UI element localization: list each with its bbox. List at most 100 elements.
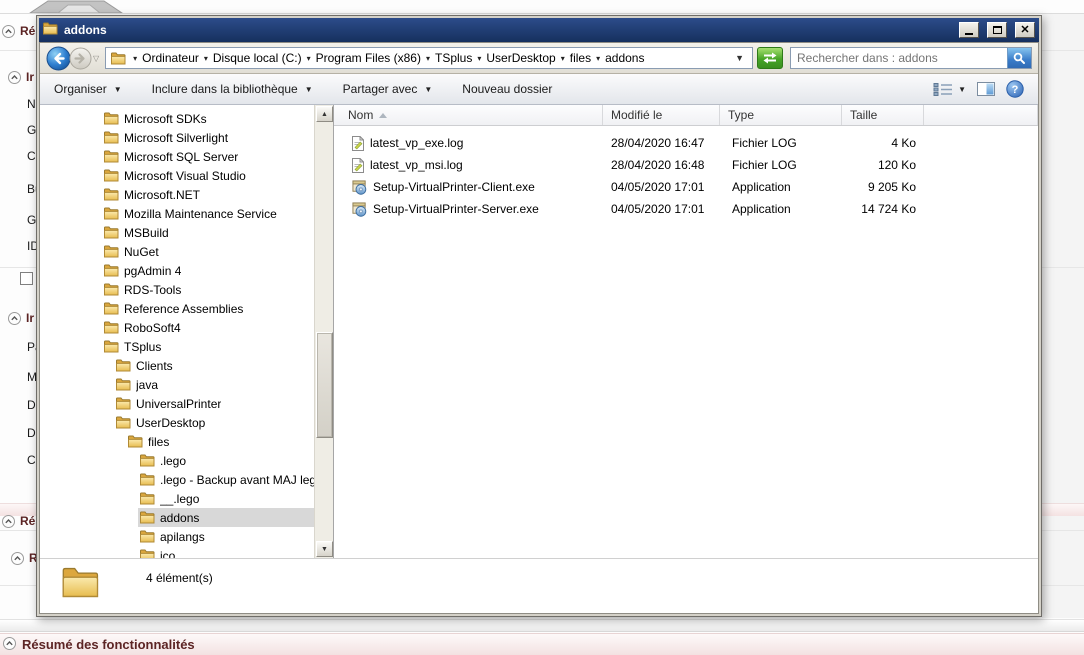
forward-button[interactable] [69, 47, 92, 70]
scroll-up-icon[interactable]: ▲ [316, 106, 333, 122]
breadcrumb-item-files[interactable]: files [570, 51, 591, 65]
scrollbar-thumb[interactable] [316, 332, 333, 438]
tree-item-lego[interactable]: .lego [40, 451, 333, 470]
tree-item-mozilla-maintenance-service[interactable]: Mozilla Maintenance Service [40, 204, 333, 223]
search-icon[interactable] [1007, 48, 1031, 68]
tree-item-label: Microsoft Silverlight [124, 131, 228, 145]
background-bottom-section[interactable]: Résumé des fonctionnalités [0, 633, 1084, 655]
folder-icon [62, 566, 100, 599]
details-pane: 4 élément(s) [40, 558, 1038, 613]
folder-icon [104, 150, 119, 163]
tree-item-pgadmin-4[interactable]: pgAdmin 4 [40, 261, 333, 280]
toolbar-button-partager-avec[interactable]: Partager avec▼ [341, 78, 435, 100]
background-section-header[interactable]: R [11, 551, 38, 565]
tree-item-content: UserDesktop [114, 413, 333, 432]
maximize-button[interactable] [987, 22, 1007, 38]
background-section-header[interactable]: Ir [8, 70, 34, 84]
file-row-setup-virtualprinter-server-exe[interactable]: Setup-VirtualPrinter-Server.exe04/05/202… [334, 198, 1038, 220]
tree-scrollbar[interactable]: ▲ ▼ [314, 105, 333, 558]
toolbar-button-nouveau-dossier[interactable]: Nouveau dossier [460, 78, 554, 100]
tree-item-ico[interactable]: ico [40, 546, 333, 558]
tree-item-tsplus[interactable]: TSplus [40, 337, 333, 356]
command-bar: Organiser▼ Inclure dans la bibliothèque▼ P… [40, 74, 1038, 105]
column-header-type[interactable]: Type [720, 105, 842, 125]
help-icon[interactable]: ? [1006, 80, 1024, 98]
tree-item-content: TSplus [102, 337, 333, 356]
tree-item-robosoft4[interactable]: RoboSoft4 [40, 318, 333, 337]
tree-item-microsoft-visual-studio[interactable]: Microsoft Visual Studio [40, 166, 333, 185]
tree-item-nuget[interactable]: NuGet [40, 242, 333, 261]
minimize-button[interactable] [959, 22, 979, 38]
dropdown-arrow-icon: ▼ [424, 85, 432, 94]
breadcrumb[interactable]: ▾Ordinateur▾Disque local (C:)▾Program Fi… [105, 47, 753, 69]
chevron-up-icon [2, 25, 15, 38]
tree-indent [40, 185, 102, 204]
address-history-dropdown[interactable]: ▼ [732, 53, 747, 63]
file-type-cell: Fichier LOG [720, 136, 842, 150]
folder-icon [140, 511, 155, 524]
breadcrumb-item-userdesktop[interactable]: UserDesktop [486, 51, 555, 65]
tree-indent [40, 527, 138, 546]
back-button[interactable] [46, 46, 71, 71]
tree-item-content: Clients [114, 356, 333, 375]
search-input[interactable] [791, 49, 1007, 67]
file-name-cell: Setup-VirtualPrinter-Client.exe [334, 180, 603, 195]
tree-item-msbuild[interactable]: MSBuild [40, 223, 333, 242]
tree-item-label: Mozilla Maintenance Service [124, 207, 277, 221]
recent-pages-dropdown[interactable]: ▽ [93, 54, 99, 63]
views-button[interactable]: ▼ [933, 82, 966, 96]
tree-item-content: RoboSoft4 [102, 318, 333, 337]
tree-item-microsoft-silverlight[interactable]: Microsoft Silverlight [40, 128, 333, 147]
tree-item-universalprinter[interactable]: UniversalPrinter [40, 394, 333, 413]
breadcrumb-item-addons[interactable]: addons [605, 51, 644, 65]
column-header-nom[interactable]: Nom [334, 105, 603, 125]
tree-item-microsoft-sql-server[interactable]: Microsoft SQL Server [40, 147, 333, 166]
tree-item-reference-assemblies[interactable]: Reference Assemblies [40, 299, 333, 318]
file-row-latest-vp-exe-log[interactable]: latest_vp_exe.log28/04/2020 16:47Fichier… [334, 132, 1038, 154]
tree-item-content: RDS-Tools [102, 280, 333, 299]
installer-icon [352, 180, 367, 195]
toolbar-button-inclure-dans-la-biblioth-que[interactable]: Inclure dans la bibliothèque▼ [150, 78, 315, 100]
tree-item-clients[interactable]: Clients [40, 356, 333, 375]
folder-icon [140, 454, 155, 467]
tree-indent [40, 261, 102, 280]
search-box[interactable] [790, 47, 1032, 69]
titlebar[interactable]: addons ✕ [39, 18, 1039, 42]
background-section-header[interactable]: Ir [8, 311, 34, 325]
breadcrumb-item-ordinateur[interactable]: Ordinateur [142, 51, 199, 65]
toolbar-button-organiser[interactable]: Organiser▼ [52, 78, 124, 100]
column-header-taille[interactable]: Taille [842, 105, 924, 125]
close-button[interactable]: ✕ [1015, 22, 1035, 38]
tree-item-userdesktop[interactable]: UserDesktop [40, 413, 333, 432]
tree-item-files[interactable]: files [40, 432, 333, 451]
file-modified-cell: 28/04/2020 16:47 [603, 136, 720, 150]
tree-item-microsoft-sdks[interactable]: Microsoft SDKs [40, 109, 333, 128]
tree-item-rds-tools[interactable]: RDS-Tools [40, 280, 333, 299]
tree-item-java[interactable]: java [40, 375, 333, 394]
background-checkbox[interactable] [20, 272, 33, 285]
preview-pane-button[interactable] [977, 82, 995, 96]
tree-item-label: MSBuild [124, 226, 169, 240]
tree-indent [40, 242, 102, 261]
breadcrumb-item-program-files-x86[interactable]: Program Files (x86) [316, 51, 421, 65]
breadcrumb-item-tsplus[interactable]: TSplus [435, 51, 472, 65]
tree-indent [40, 470, 138, 489]
tree-indent [40, 318, 102, 337]
tree-item-lego[interactable]: __.lego [40, 489, 333, 508]
tree-item-apilangs[interactable]: apilangs [40, 527, 333, 546]
file-modified-cell: 28/04/2020 16:48 [603, 158, 720, 172]
background-divider [0, 13, 1084, 14]
breadcrumb-item-disque-local-c[interactable]: Disque local (C:) [213, 51, 302, 65]
tree-item-label: Reference Assemblies [124, 302, 243, 316]
scroll-down-icon[interactable]: ▼ [316, 541, 333, 557]
tree-item-addons[interactable]: addons [40, 508, 333, 527]
column-header-empty[interactable] [924, 105, 1038, 125]
tree-item-microsoft-net[interactable]: Microsoft.NET [40, 185, 333, 204]
dropdown-arrow-icon: ▼ [114, 85, 122, 94]
file-type-cell: Application [720, 180, 842, 194]
refresh-button[interactable] [757, 47, 783, 69]
column-header-modifie-le[interactable]: Modifié le [603, 105, 720, 125]
file-row-setup-virtualprinter-client-exe[interactable]: Setup-VirtualPrinter-Client.exe04/05/202… [334, 176, 1038, 198]
tree-item-lego-backup-avant-maj-lego-ex[interactable]: .lego - Backup avant MAJ lego ex [40, 470, 333, 489]
file-row-latest-vp-msi-log[interactable]: latest_vp_msi.log28/04/2020 16:48Fichier… [334, 154, 1038, 176]
